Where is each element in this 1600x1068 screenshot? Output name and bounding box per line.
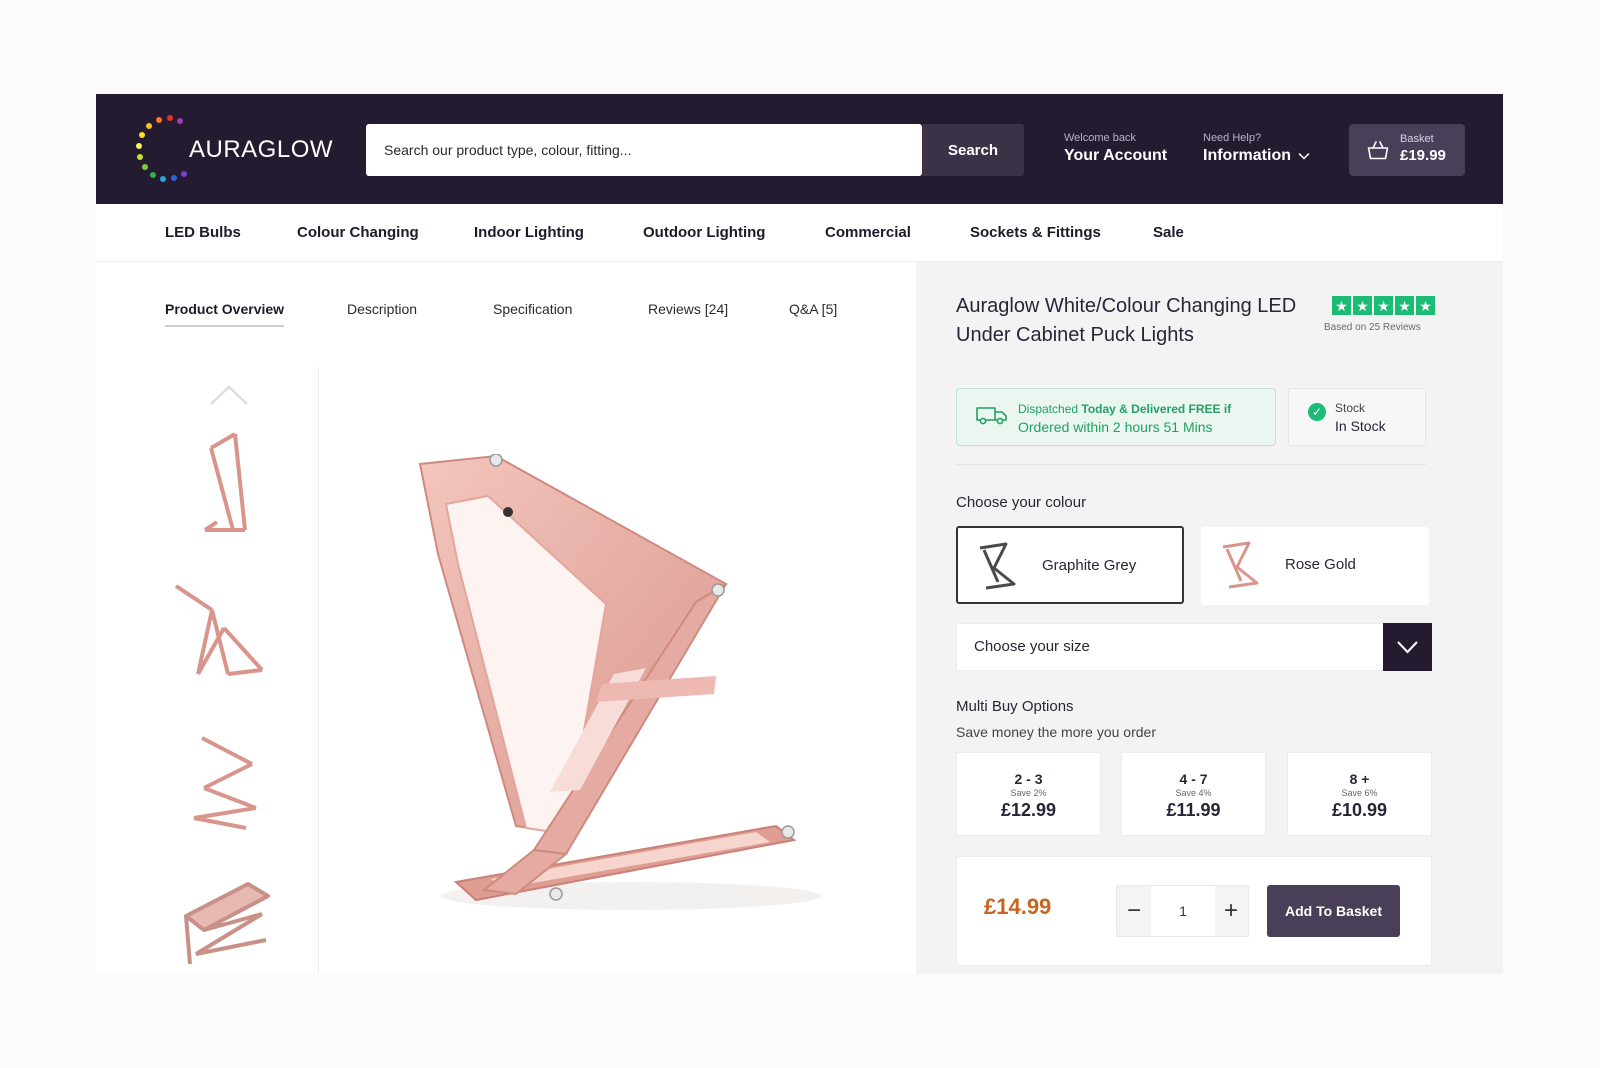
tab-specification[interactable]: Specification <box>493 301 572 317</box>
quantity-input[interactable] <box>1151 886 1215 936</box>
help-label: Information <box>1203 147 1310 165</box>
colour-heading: Choose your colour <box>956 494 1087 511</box>
dispatch-today-label: Today & Delivered FREE if <box>1081 402 1232 416</box>
tab-reviews[interactable]: Reviews [24] <box>648 301 728 317</box>
dispatch-label: Dispatched <box>1018 402 1079 416</box>
product-main-image <box>418 454 821 910</box>
nav-outdoor-lighting[interactable]: Outdoor Lighting <box>643 224 765 241</box>
colour-option-label: Graphite Grey <box>1042 557 1137 574</box>
product-panel: Auraglow White/Colour Changing LED Under… <box>916 262 1503 974</box>
thumbnail-image-3[interactable] <box>174 724 284 844</box>
search-button[interactable]: Search <box>922 124 1024 176</box>
multibuy-save: Save 6% <box>1341 788 1378 798</box>
tab-description[interactable]: Description <box>347 301 417 317</box>
chevron-down-icon <box>1298 152 1310 160</box>
multibuy-save: Save 2% <box>1010 788 1047 798</box>
panel-divider <box>956 464 1426 465</box>
multibuy-price: £11.99 <box>1166 800 1221 820</box>
dispatch-banner: Dispatched Today & Delivered FREE if Ord… <box>956 388 1276 446</box>
multibuy-option[interactable]: 2 - 3 Save 2% £12.99 <box>956 752 1101 836</box>
help-label-text: Information <box>1203 147 1291 164</box>
nav-commercial[interactable]: Commercial <box>825 224 911 241</box>
size-dropdown[interactable]: Choose your size <box>956 623 1432 671</box>
multibuy-option[interactable]: 8 + Save 6% £10.99 <box>1287 752 1432 836</box>
nav-indoor-lighting[interactable]: Indoor Lighting <box>474 224 584 241</box>
decrease-quantity-button[interactable]: − <box>1117 886 1151 936</box>
star-icon: ★ <box>1374 296 1393 315</box>
basket-button[interactable]: Basket £19.99 <box>1349 124 1465 176</box>
chevron-up-icon[interactable] <box>209 384 249 406</box>
delivery-truck-icon <box>976 407 1007 425</box>
star-icon: ★ <box>1395 296 1414 315</box>
nav-sale[interactable]: Sale <box>1153 224 1184 241</box>
help-small-label: Need Help? <box>1203 132 1262 144</box>
multibuy-qty: 2 - 3 <box>1014 771 1043 787</box>
dispatch-countdown: Ordered within 2 hours 51 Mins <box>1018 419 1213 435</box>
basket-total: £19.99 <box>1400 147 1446 164</box>
nav-sockets-fittings[interactable]: Sockets & Fittings <box>970 224 1101 241</box>
colour-option-graphite-grey[interactable]: Graphite Grey <box>956 526 1184 604</box>
increase-quantity-button[interactable]: + <box>1214 886 1248 936</box>
account-link[interactable]: Welcome back Your Account <box>1064 132 1167 165</box>
thumbnail-divider <box>318 366 319 974</box>
multibuy-price: £10.99 <box>1331 800 1388 820</box>
stock-label: Stock <box>1335 401 1366 415</box>
check-icon: ✓ <box>1308 403 1326 421</box>
search-field[interactable] <box>366 124 922 176</box>
trustpilot-stars[interactable]: ★ ★ ★ ★ ★ <box>1332 296 1435 315</box>
colour-option-rose-gold[interactable]: Rose Gold <box>1201 527 1429 605</box>
dispatch-line-1: Dispatched Today & Delivered FREE if <box>1018 402 1231 416</box>
thumbnail-image-2[interactable] <box>168 574 278 694</box>
brand-logo[interactable]: AURAGLOW <box>132 112 334 184</box>
tab-product-overview[interactable]: Product Overview <box>165 301 285 327</box>
help-menu[interactable]: Need Help? Information <box>1203 132 1310 165</box>
quantity-stepper: − + <box>1116 885 1249 937</box>
account-label: Your Account <box>1064 147 1168 164</box>
multibuy-qty: 4 - 7 <box>1179 771 1208 787</box>
add-to-basket-button[interactable]: Add To Basket <box>1267 885 1400 937</box>
size-dropdown-toggle[interactable] <box>1383 623 1432 671</box>
main-nav: LED Bulbs Colour Changing Indoor Lightin… <box>96 204 1503 262</box>
star-icon: ★ <box>1332 296 1351 315</box>
search-input[interactable] <box>366 124 922 176</box>
multibuy-qty: 8 + <box>1349 771 1370 787</box>
review-count[interactable]: Based on 25 Reviews <box>1324 322 1421 333</box>
product-price: £14.99 <box>984 894 1052 919</box>
site-header: AURAGLOW Search Welcome back Your Accoun… <box>96 94 1503 204</box>
colour-option-label: Rose Gold <box>1285 556 1356 573</box>
stock-status: ✓ Stock In Stock <box>1288 388 1426 446</box>
rose-gold-swatch <box>1222 541 1259 589</box>
chevron-down-icon <box>1397 641 1418 654</box>
multibuy-save: Save 4% <box>1175 788 1212 798</box>
nav-led-bulbs[interactable]: LED Bulbs <box>165 224 241 241</box>
tab-qa[interactable]: Q&A [5] <box>789 301 837 317</box>
nav-colour-changing[interactable]: Colour Changing <box>297 224 419 241</box>
logo-text: AURAGLOW <box>189 136 334 163</box>
multibuy-subheading: Save money the more you order <box>956 724 1156 740</box>
multibuy-price: £12.99 <box>1000 800 1057 820</box>
basket-label: Basket <box>1400 133 1434 145</box>
logo-dots-icon <box>136 115 187 182</box>
star-icon: ★ <box>1353 296 1372 315</box>
stock-value: In Stock <box>1335 418 1386 434</box>
account-greeting: Welcome back <box>1064 132 1136 144</box>
thumbnail-image-4[interactable] <box>176 874 286 974</box>
multibuy-option[interactable]: 4 - 7 Save 4% £11.99 <box>1121 752 1266 836</box>
star-icon: ★ <box>1416 296 1435 315</box>
thumbnail-image-1[interactable] <box>175 426 285 546</box>
multibuy-heading: Multi Buy Options <box>956 698 1074 715</box>
buy-box: £14.99 − + Add To Basket <box>956 856 1432 966</box>
size-placeholder: Choose your size <box>974 638 1090 655</box>
product-title: Auraglow White/Colour Changing LED Under… <box>956 295 1297 346</box>
graphite-grey-swatch <box>979 542 1016 590</box>
basket-icon <box>1367 141 1389 160</box>
page-frame: AURAGLOW Search Welcome back Your Accoun… <box>96 94 1503 974</box>
